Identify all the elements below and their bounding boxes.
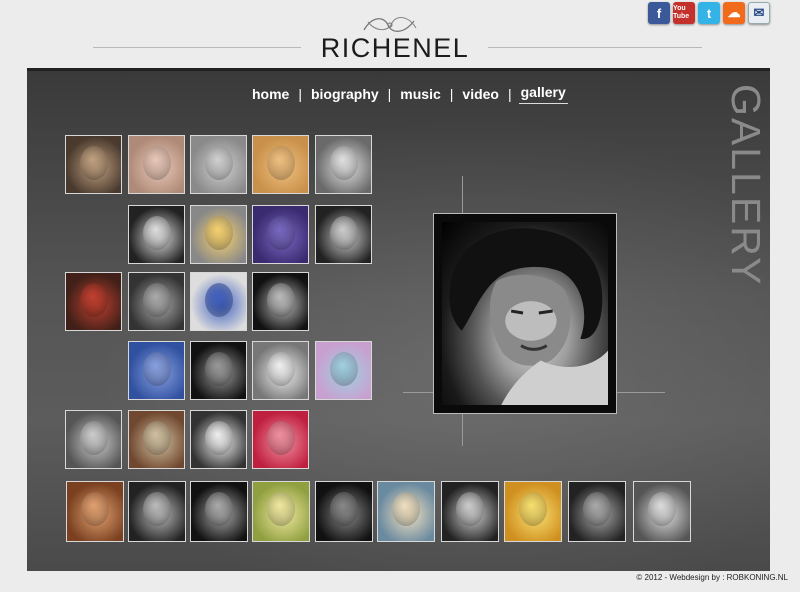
thumbnail-image <box>330 146 358 180</box>
nav-gallery[interactable]: gallery <box>518 84 568 104</box>
thumbnail-image <box>205 492 233 526</box>
thumbnail-image <box>267 146 295 180</box>
gallery-thumbnail[interactable] <box>65 135 122 194</box>
thumbnail-image <box>330 216 358 250</box>
gallery-thumbnail[interactable] <box>315 481 373 542</box>
thumbnail-image <box>205 216 233 250</box>
nav-biography[interactable]: biography <box>309 86 381 102</box>
gallery-thumbnail[interactable] <box>66 481 124 542</box>
thumbnail-image <box>80 421 108 455</box>
section-label: GALLERY <box>723 84 769 287</box>
gallery-thumbnail[interactable] <box>190 481 248 542</box>
thumbnail-image <box>205 352 233 386</box>
gallery-thumbnail[interactable] <box>252 481 310 542</box>
gallery-thumbnail[interactable] <box>633 481 691 542</box>
thumbnail-image <box>267 421 295 455</box>
gallery-thumbnail[interactable] <box>190 205 247 264</box>
gallery-thumbnail[interactable] <box>568 481 626 542</box>
thumbnail-image <box>456 492 484 526</box>
gallery-preview-photo[interactable] <box>433 213 617 414</box>
nav-separator: | <box>449 86 454 102</box>
title-rule-left <box>93 47 301 48</box>
nav-video[interactable]: video <box>460 86 501 102</box>
gallery-thumbnail[interactable] <box>128 272 185 331</box>
thumbnail-image <box>330 352 358 386</box>
title-rule-right <box>488 47 702 48</box>
gallery-thumbnail[interactable] <box>252 341 309 400</box>
facebook-icon[interactable]: f <box>648 2 670 24</box>
nav-separator: | <box>298 86 302 102</box>
thumbnail-image <box>80 146 108 180</box>
gallery-thumbnail[interactable] <box>190 341 247 400</box>
gallery-thumbnail[interactable] <box>315 205 372 264</box>
thumbnail-image <box>143 283 171 317</box>
mail-icon[interactable]: ✉ <box>748 2 770 24</box>
youtube-icon[interactable]: You Tube <box>673 2 695 24</box>
gallery-thumbnail[interactable] <box>315 341 372 400</box>
thumbnail-image <box>330 492 358 526</box>
thumbnail-image <box>267 352 295 386</box>
gallery-thumbnail[interactable] <box>190 135 247 194</box>
thumbnail-image <box>392 492 420 526</box>
gallery-thumbnail[interactable] <box>65 272 122 331</box>
thumbnail-image <box>143 352 171 386</box>
thumbnail-image <box>143 216 171 250</box>
social-links: f You Tube t ☁ ✉ <box>648 2 770 24</box>
gallery-thumbnail[interactable] <box>252 272 309 331</box>
thumbnail-image <box>205 146 233 180</box>
gallery-thumbnail[interactable] <box>128 135 185 194</box>
gallery-thumbnail[interactable] <box>128 481 186 542</box>
gallery-thumbnail[interactable] <box>377 481 435 542</box>
gallery-thumbnail[interactable] <box>252 205 309 264</box>
gallery-thumbnail[interactable] <box>315 135 372 194</box>
soundcloud-icon[interactable]: ☁ <box>723 2 745 24</box>
thumbnail-image <box>648 492 676 526</box>
gallery-thumbnail[interactable] <box>441 481 499 542</box>
thumbnail-image <box>81 492 109 526</box>
gallery-thumbnail[interactable] <box>190 272 247 331</box>
thumbnail-image <box>583 492 611 526</box>
site-title[interactable]: RICHENEL <box>300 33 490 64</box>
thumbnail-image <box>205 421 233 455</box>
nav-separator: | <box>387 86 392 102</box>
gallery-thumbnail[interactable] <box>252 410 309 469</box>
thumbnail-image <box>267 492 295 526</box>
twitter-icon[interactable]: t <box>698 2 720 24</box>
footer-credit[interactable]: © 2012 - Webdesign by : ROBKONING.NL <box>636 573 788 582</box>
gallery-thumbnail[interactable] <box>128 341 185 400</box>
portrait-image <box>449 228 608 405</box>
nav-separator: | <box>507 86 512 102</box>
gallery-thumbnail[interactable] <box>190 410 247 469</box>
thumbnail-image <box>267 216 295 250</box>
gallery-thumbnail[interactable] <box>252 135 309 194</box>
thumbnail-image <box>205 283 233 317</box>
thumbnail-image <box>267 283 295 317</box>
nav-music[interactable]: music <box>398 86 442 102</box>
thumbnail-image <box>143 146 171 180</box>
gallery-thumbnail[interactable] <box>128 205 185 264</box>
thumbnail-image <box>143 421 171 455</box>
main-nav: home | biography | music | video | galle… <box>250 84 568 104</box>
gallery-thumbnail[interactable] <box>504 481 562 542</box>
nav-home[interactable]: home <box>250 86 291 102</box>
gallery-thumbnail[interactable] <box>65 410 122 469</box>
gallery-thumbnail[interactable] <box>128 410 185 469</box>
thumbnail-image <box>80 283 108 317</box>
thumbnail-image <box>143 492 171 526</box>
thumbnail-image <box>519 492 547 526</box>
